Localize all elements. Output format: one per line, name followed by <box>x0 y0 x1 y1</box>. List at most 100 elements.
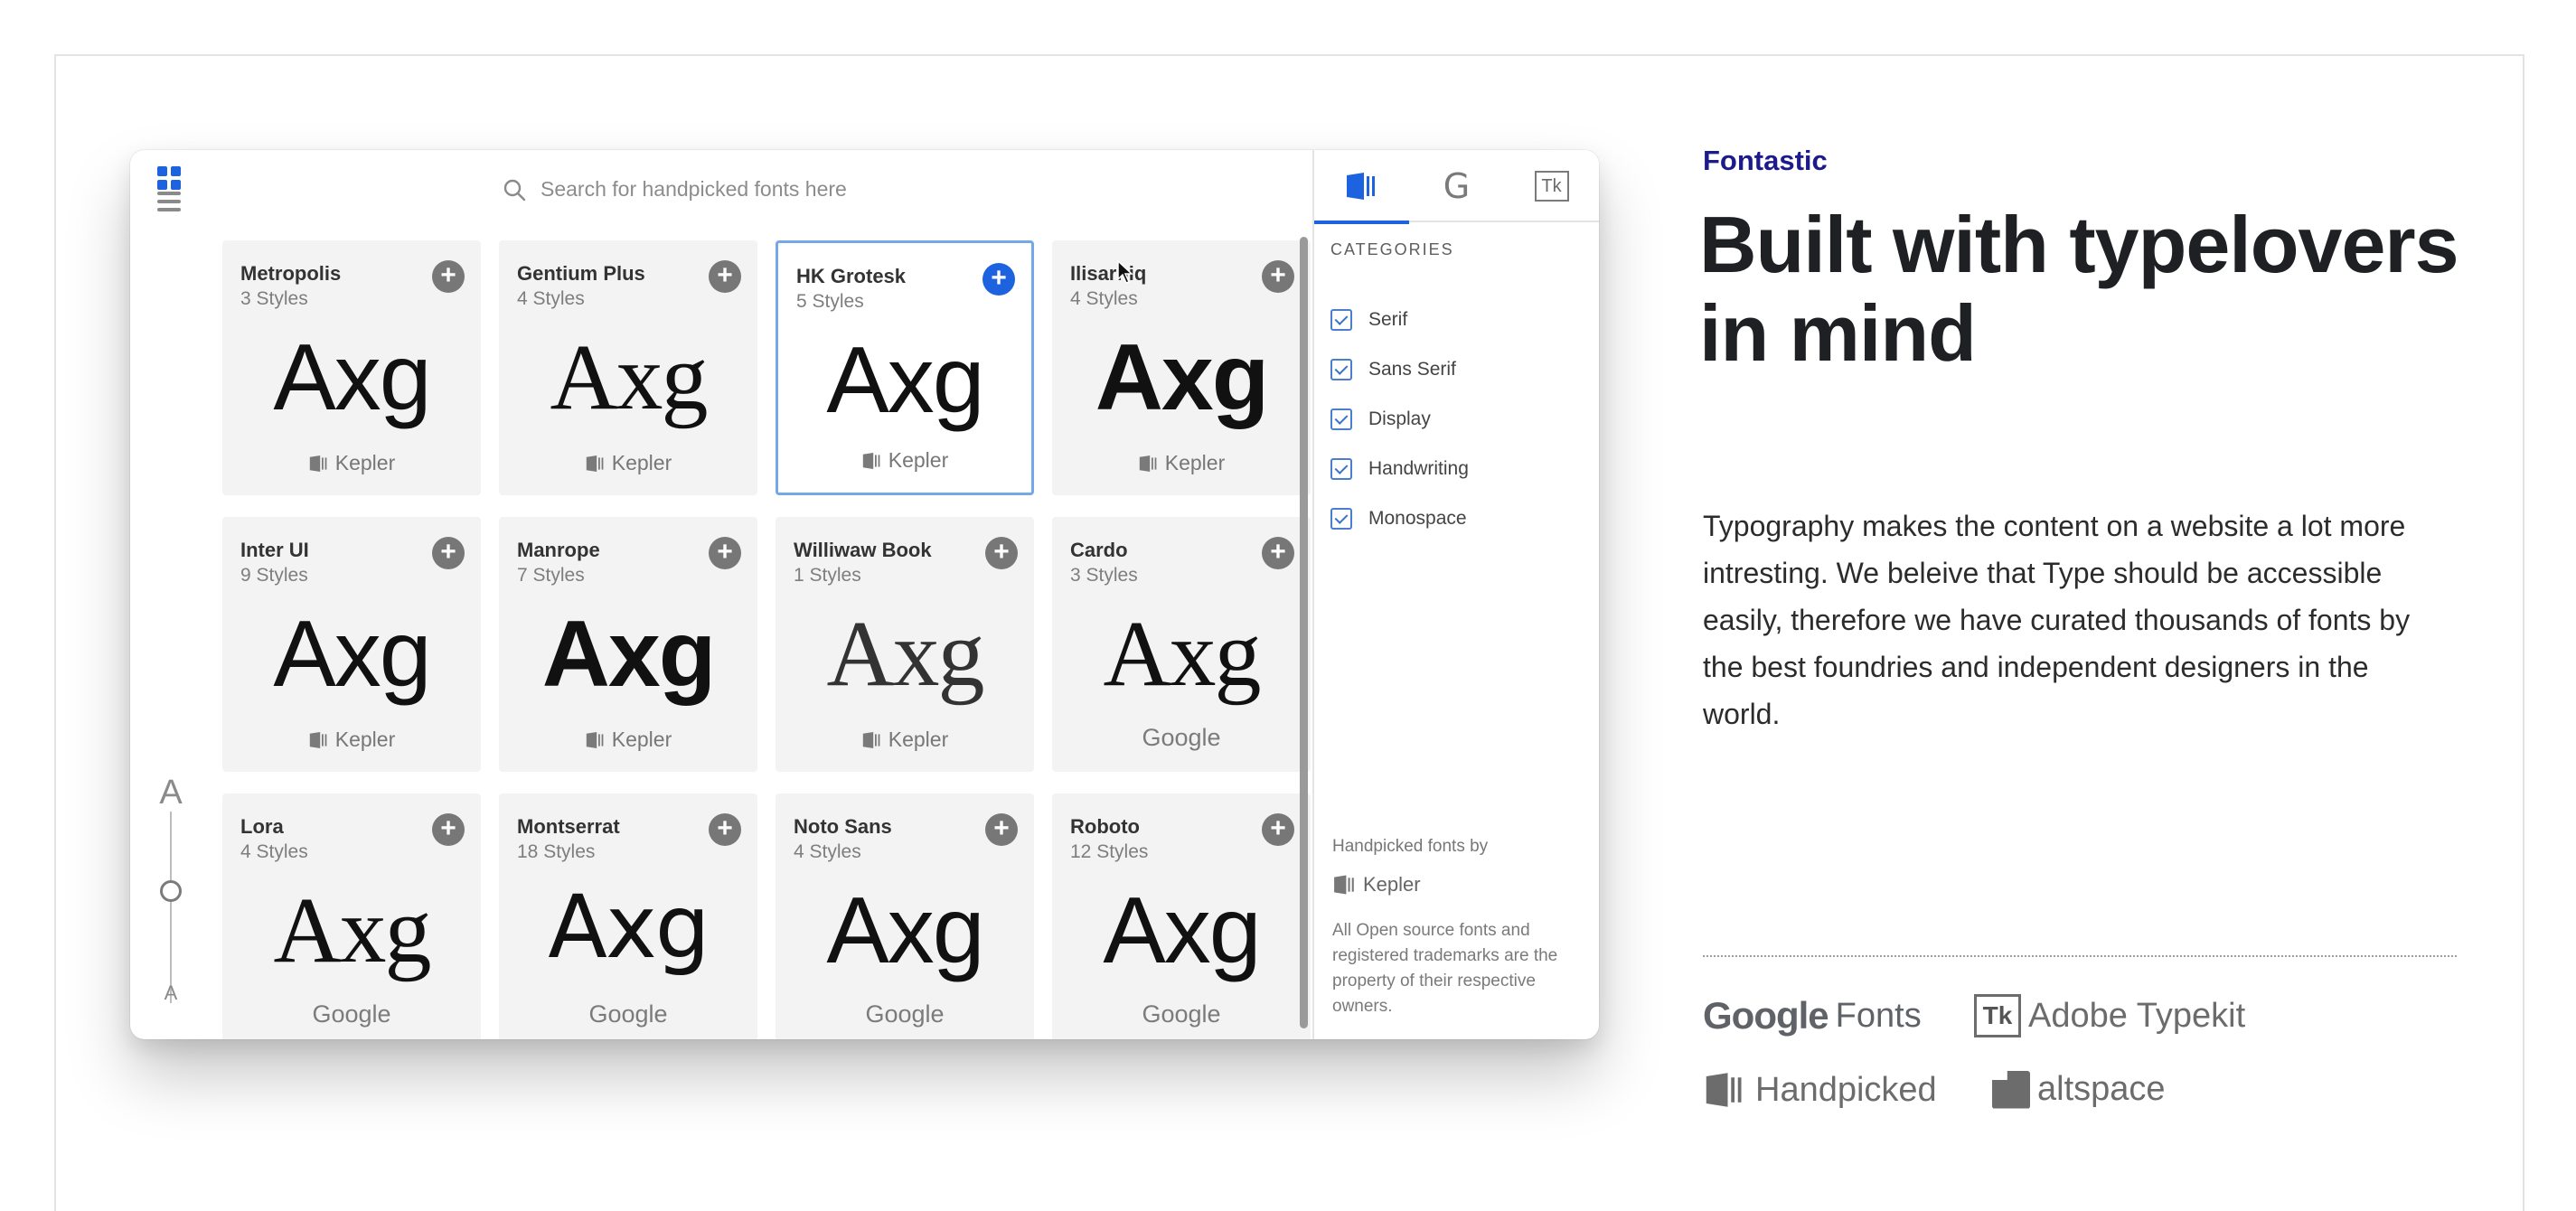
kepler-icon <box>1334 875 1354 895</box>
foundry-label: Kepler <box>334 451 396 474</box>
font-card[interactable]: Montserrat 18 Styles + Axg Google <box>499 793 757 1039</box>
category-item[interactable]: Handwriting <box>1330 444 1469 493</box>
add-font-button[interactable]: + <box>709 813 741 846</box>
font-card[interactable]: Inter UI 9 Styles + Axg Kepler <box>222 517 481 772</box>
checkbox-checked-icon[interactable] <box>1330 408 1352 430</box>
font-style-count: 7 Styles <box>517 565 585 586</box>
checkbox-checked-icon[interactable] <box>1330 358 1352 380</box>
add-font-button[interactable]: + <box>709 260 741 293</box>
add-font-button[interactable]: + <box>1262 260 1294 293</box>
font-card[interactable]: HK Grotesk 5 Styles + Axg Kepler <box>776 240 1034 495</box>
divider <box>1703 955 2457 957</box>
kepler-icon <box>309 455 327 472</box>
size-slider-track[interactable] <box>170 812 172 1003</box>
add-font-button[interactable]: + <box>432 813 465 846</box>
font-card[interactable]: Manrope 7 Styles + Axg Kepler <box>499 517 757 772</box>
checkbox-checked-icon[interactable] <box>1330 507 1352 530</box>
font-style-count: 3 Styles <box>240 288 308 309</box>
handpicked-title: Handpicked fonts by <box>1332 837 1489 856</box>
typekit-icon: Tk <box>1974 994 2021 1037</box>
foundry-label: Kepler <box>888 448 949 472</box>
font-name: Noto Sans <box>794 815 892 838</box>
font-card[interactable]: Gentium Plus 4 Styles + Axg Kepler <box>499 240 757 495</box>
kepler-icon <box>586 731 604 748</box>
font-card[interactable]: Metropolis 3 Styles + Axg Kepler <box>222 240 481 495</box>
altspace-icon <box>1992 1070 2030 1109</box>
font-sample: Axg <box>1103 602 1261 706</box>
foundry-label: Google <box>1142 724 1221 751</box>
foundry-label: Kepler <box>1164 451 1226 474</box>
foundry-label: Google <box>865 1000 945 1028</box>
tab-google[interactable]: G <box>1409 150 1504 222</box>
kepler-icon <box>309 731 327 748</box>
kepler-icon <box>862 731 880 748</box>
foundry: Google <box>222 1000 481 1028</box>
foundry-label: Kepler <box>888 728 949 751</box>
foundry-label: Kepler <box>611 451 672 474</box>
kepler-icon <box>862 452 880 469</box>
tab-typekit[interactable]: Tk <box>1504 150 1599 222</box>
add-font-button[interactable]: + <box>432 537 465 569</box>
tab-kepler[interactable] <box>1314 150 1409 224</box>
font-sample: Axg <box>273 325 431 430</box>
foundry: Kepler <box>499 451 757 475</box>
font-sample: Axg <box>826 878 984 983</box>
foundry: Kepler <box>222 728 481 752</box>
foundry-label: Google <box>1142 1000 1221 1028</box>
font-style-count: 4 Styles <box>240 841 308 862</box>
foundry: Kepler <box>776 728 1034 752</box>
search-input[interactable] <box>541 177 1047 202</box>
google-fonts-logo: Google Fonts <box>1703 994 1922 1037</box>
category-item[interactable]: Serif <box>1330 295 1469 344</box>
fonts-word: Fonts <box>1835 996 1922 1035</box>
add-font-button[interactable]: + <box>985 537 1018 569</box>
checkbox-checked-icon[interactable] <box>1330 457 1352 480</box>
search-bar <box>503 177 1047 202</box>
checkbox-checked-icon[interactable] <box>1330 308 1352 331</box>
add-font-button[interactable]: + <box>1262 813 1294 846</box>
typekit-icon: Tk <box>1534 171 1569 202</box>
add-font-button[interactable]: + <box>432 260 465 293</box>
font-card[interactable]: Roboto 12 Styles + Axg Google <box>1052 793 1311 1039</box>
add-font-button[interactable]: + <box>985 813 1018 846</box>
font-card[interactable]: Williwaw Book 1 Styles + Axg Kepler <box>776 517 1034 772</box>
add-font-button[interactable]: + <box>709 537 741 569</box>
google-word: Google <box>1703 994 1829 1037</box>
font-name: Metropolis <box>240 262 342 285</box>
size-small-label: A <box>164 981 178 1004</box>
grid-scrollbar[interactable] <box>1300 237 1308 1028</box>
size-slider-handle[interactable] <box>160 880 182 902</box>
headline: Built with typelovers in mind <box>1699 200 2459 378</box>
font-name: Inter UI <box>240 539 309 561</box>
brand-label: Fontastic <box>1703 145 1828 176</box>
font-name: Roboto <box>1070 815 1140 838</box>
search-icon <box>503 179 526 201</box>
foundry: Google <box>499 1000 757 1028</box>
category-item[interactable]: Monospace <box>1330 493 1469 543</box>
app-window: A A Metropolis3 Styles+AxgKeplerGentium … <box>130 150 1599 1039</box>
font-name: Cardo <box>1070 539 1128 561</box>
category-item[interactable]: Sans Serif <box>1330 344 1469 394</box>
category-label: Display <box>1368 408 1431 429</box>
font-style-count: 9 Styles <box>240 565 308 586</box>
font-sample: Axg <box>826 602 984 706</box>
font-style-count: 4 Styles <box>794 841 861 862</box>
font-card[interactable]: Ilisarniq 4 Styles + Axg Kepler <box>1052 240 1311 495</box>
add-font-button[interactable]: + <box>1262 537 1294 569</box>
add-font-button[interactable]: + <box>982 263 1015 296</box>
category-label: Sans Serif <box>1368 358 1456 380</box>
font-card[interactable]: Lora 4 Styles + Axg Google <box>222 793 481 1039</box>
list-view-icon[interactable] <box>155 188 183 215</box>
kepler-icon <box>1346 173 1375 200</box>
category-item[interactable]: Display <box>1330 394 1469 444</box>
foundry: Kepler <box>778 448 1031 473</box>
font-style-count: 4 Styles <box>517 288 585 309</box>
font-card[interactable]: Cardo 3 Styles + Axg Google <box>1052 517 1311 772</box>
font-name: HK Grotesk <box>796 265 907 287</box>
kepler-icon <box>586 455 604 472</box>
font-style-count: 5 Styles <box>796 291 864 312</box>
categories-title: CATEGORIES <box>1330 240 1454 258</box>
kepler-icon <box>1706 1073 1742 1107</box>
font-card[interactable]: Noto Sans 4 Styles + Axg Google <box>776 793 1034 1039</box>
handpicked-brand: Kepler <box>1332 873 1421 897</box>
